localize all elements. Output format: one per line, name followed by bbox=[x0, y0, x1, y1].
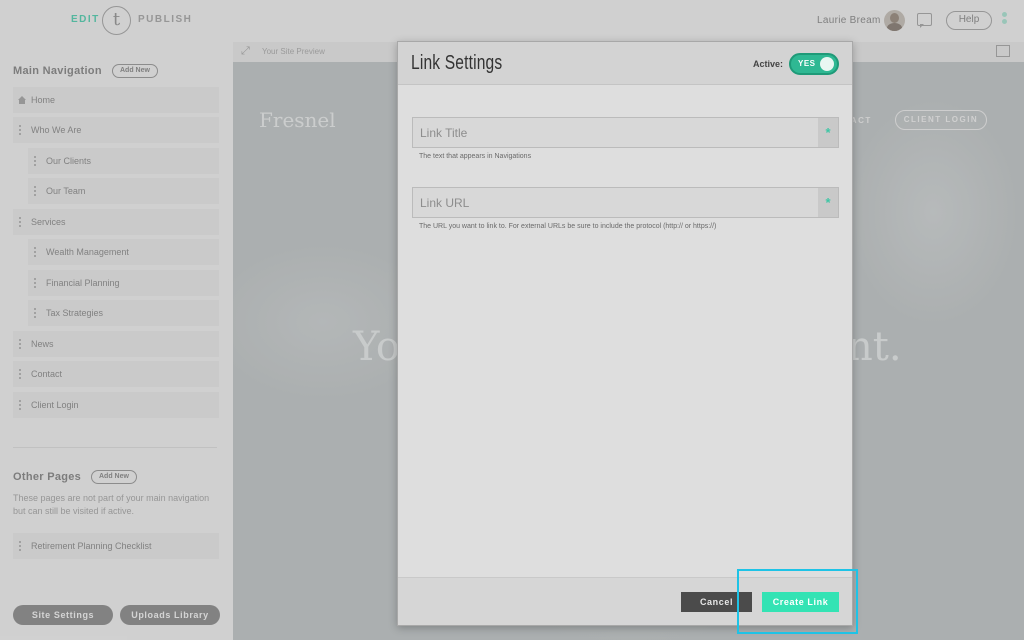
required-indicator: * bbox=[818, 118, 838, 147]
toggle-knob bbox=[820, 57, 834, 71]
link-url-field: * bbox=[412, 187, 839, 218]
focus-highlight bbox=[737, 569, 858, 634]
link-settings-modal: Link Settings Active: YES * The text tha… bbox=[397, 41, 853, 626]
link-url-hint: The URL you want to link to. For externa… bbox=[419, 223, 717, 230]
link-title-input[interactable] bbox=[413, 118, 818, 147]
toggle-label: YES bbox=[798, 59, 816, 68]
required-indicator: * bbox=[818, 188, 838, 217]
link-title-field: * bbox=[412, 117, 839, 148]
modal-title: Link Settings bbox=[411, 52, 503, 74]
modal-header: Link Settings Active: YES bbox=[398, 42, 852, 85]
link-title-hint: The text that appears in Navigations bbox=[419, 153, 532, 160]
active-label: Active: bbox=[753, 59, 784, 69]
active-toggle[interactable]: YES bbox=[789, 53, 839, 75]
link-url-input[interactable] bbox=[413, 188, 818, 217]
